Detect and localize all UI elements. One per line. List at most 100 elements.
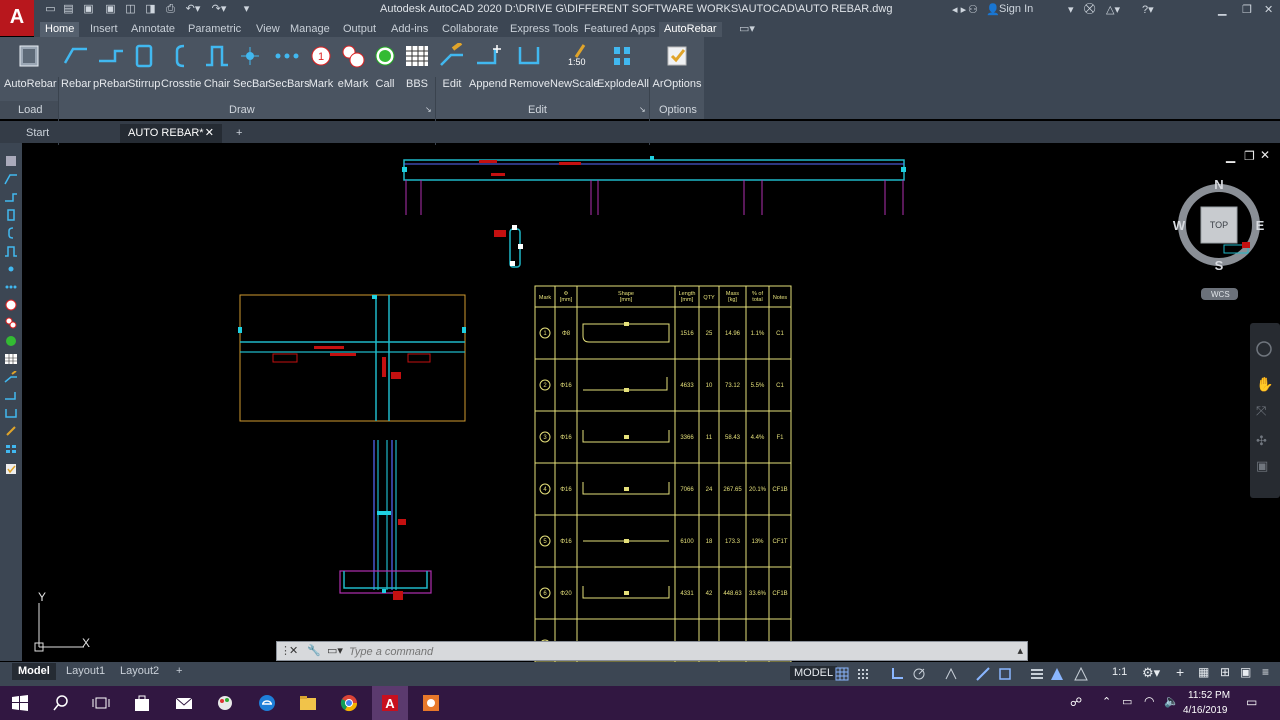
zoom-extents-icon[interactable]: ⤧ — [1256, 404, 1267, 419]
paint-app-icon[interactable] — [216, 694, 234, 712]
ortho-icon[interactable] — [890, 667, 904, 681]
edge-browser-icon[interactable] — [258, 694, 276, 712]
drawing-model-space[interactable]: MarkΦ[mm]Shape[mm]Length[mm] QTYMass[kg]%… — [24, 145, 1280, 662]
clean-screen-icon[interactable]: ▣ — [1240, 665, 1251, 679]
compass-w[interactable]: W — [1173, 218, 1186, 233]
newscale-button[interactable]: 1:50 NewScale — [550, 41, 600, 101]
file-tab-auto-rebar[interactable]: AUTO REBAR* ✕ — [120, 124, 222, 143]
people-icon[interactable]: ☍ — [1070, 695, 1082, 709]
new-file-icon[interactable]: ▭ — [44, 3, 57, 16]
wifi-icon[interactable]: ◠ — [1144, 694, 1154, 708]
hidden-icons-chevron-icon[interactable]: ⌃ — [1102, 695, 1111, 708]
tab-add-ins[interactable]: Add-ins — [386, 22, 433, 37]
mark-button[interactable]: 1 Mark — [307, 41, 335, 101]
web-save-icon[interactable]: ◨ — [144, 3, 157, 16]
options-checkbox-icon[interactable] — [4, 463, 18, 475]
autorebar-button[interactable]: AutoRebar — [4, 41, 57, 101]
append-button[interactable]: Append — [468, 41, 508, 101]
close-command-icon[interactable]: ✕ — [289, 644, 298, 657]
tab-featured-apps[interactable]: Featured Apps — [579, 22, 661, 37]
showmotion-icon[interactable]: ▣ — [1256, 459, 1268, 474]
orbit-icon[interactable]: ✣ — [1256, 434, 1267, 449]
autocad-taskbar-icon[interactable]: A — [381, 694, 399, 712]
bbs-table-icon[interactable] — [4, 353, 18, 365]
edit-pencil-icon[interactable] — [4, 371, 18, 383]
crosstie-button[interactable]: Crosstie — [161, 41, 201, 101]
autodesk-help-icon[interactable]: ⚇ — [968, 3, 978, 16]
viewport-minimize-icon[interactable]: ▁ — [1226, 149, 1235, 163]
command-history-icon[interactable]: ▭▾ — [327, 644, 343, 657]
chrome-browser-icon[interactable] — [340, 694, 358, 712]
store-icon[interactable] — [133, 694, 151, 712]
viewport-close-icon[interactable]: ✕ — [1260, 148, 1270, 162]
command-expand-icon[interactable]: ▴ — [1017, 644, 1023, 657]
object-snap-icon[interactable] — [998, 667, 1012, 681]
media-app-icon[interactable] — [422, 694, 440, 712]
pan-hand-icon[interactable]: ✋ — [1256, 376, 1273, 393]
tab-view[interactable]: View — [251, 22, 285, 37]
panel-expand-icon[interactable]: ↘ — [639, 105, 646, 114]
panel-expand-icon[interactable]: ↘ — [425, 105, 432, 114]
units-icon[interactable]: ▦ — [1198, 665, 1209, 679]
layout-tab-model[interactable]: Model — [12, 663, 56, 680]
web-open-icon[interactable]: ◫ — [124, 3, 137, 16]
quick-properties-icon[interactable]: ⊞ — [1220, 665, 1230, 679]
command-input[interactable] — [349, 644, 949, 659]
chair-button[interactable]: Chair — [202, 41, 232, 101]
file-tab-start[interactable]: Start — [18, 124, 57, 143]
append-icon[interactable] — [4, 389, 18, 401]
clock-date[interactable]: 4/16/2019 — [1183, 705, 1228, 716]
quick-access-dropdown-icon[interactable]: ▾ — [240, 3, 253, 16]
task-view-icon[interactable] — [92, 694, 110, 712]
workspace-gear-icon[interactable]: ⚙▾ — [1142, 665, 1160, 681]
layout-tab-layout2[interactable]: Layout2 — [114, 663, 165, 680]
save-as-icon[interactable]: ▣ — [104, 3, 117, 16]
rebar-icon[interactable] — [4, 173, 18, 185]
search-arrow-icon[interactable]: ◂ ▸ — [952, 3, 966, 16]
bbs-button[interactable]: BBS — [400, 41, 434, 101]
call-icon[interactable] — [4, 335, 18, 347]
application-menu-button[interactable]: A — [0, 0, 34, 36]
open-folder-icon[interactable]: ▤ — [62, 3, 75, 16]
a360-icon[interactable]: △▾ — [1106, 3, 1120, 16]
tab-express-tools[interactable]: Express Tools — [505, 22, 583, 37]
restore-icon[interactable]: ❐ — [1242, 3, 1252, 16]
close-window-icon[interactable]: ✕ — [1264, 3, 1273, 16]
file-explorer-icon[interactable] — [299, 694, 317, 712]
close-tab-icon[interactable]: ✕ — [205, 124, 214, 142]
chair-icon[interactable] — [4, 245, 18, 257]
add-layout-plus-icon[interactable]: + — [170, 663, 188, 680]
polar-tracking-icon[interactable] — [912, 667, 926, 681]
sign-in-link[interactable]: Sign In — [999, 3, 1033, 15]
compass-e[interactable]: E — [1256, 218, 1265, 233]
windows-start-icon[interactable] — [11, 694, 29, 712]
explode-icon[interactable] — [4, 443, 18, 455]
viewport-restore-icon[interactable]: ❐ — [1244, 149, 1255, 163]
model-space-toggle[interactable]: MODEL — [790, 666, 838, 680]
tab-output[interactable]: Output — [338, 22, 381, 37]
search-icon[interactable] — [52, 694, 70, 712]
annotation-visibility-icon[interactable] — [1050, 667, 1064, 681]
cart-icon[interactable]: ⛒ — [1084, 3, 1095, 16]
remove-icon[interactable] — [4, 407, 18, 419]
save-icon[interactable]: ▣ — [82, 3, 95, 16]
secbars-button[interactable]: SecBars — [268, 41, 310, 101]
tab-parametric[interactable]: Parametric — [183, 22, 246, 37]
viewcube[interactable]: TOP N S E W WCS — [1173, 177, 1265, 300]
emark-icon[interactable] — [4, 317, 18, 329]
print-icon[interactable]: ⎙ — [164, 3, 177, 16]
drawing-canvas[interactable]: Mark Φ [mm] Shape [mm] Length [mm] QTY Mass [kg]%… — [24, 145, 1280, 662]
mark-icon[interactable] — [4, 299, 18, 311]
annotation-monitor-plus-icon[interactable]: + — [1176, 664, 1184, 680]
compass-n[interactable]: N — [1214, 177, 1223, 192]
edit-button[interactable]: Edit — [437, 41, 467, 101]
secbar-button[interactable]: SecBar — [233, 41, 269, 101]
emark-button[interactable]: eMark — [336, 41, 370, 101]
rebar-button[interactable]: Rebar — [60, 41, 92, 101]
secbars-icon[interactable] — [4, 281, 18, 293]
sign-in-dropdown-icon[interactable]: ▾ — [1068, 3, 1074, 16]
auto-scale-icon[interactable] — [1074, 667, 1088, 681]
undo-icon[interactable]: ↶▾ — [184, 3, 202, 16]
prebar-icon[interactable] — [4, 191, 18, 203]
call-button[interactable]: Call — [371, 41, 399, 101]
